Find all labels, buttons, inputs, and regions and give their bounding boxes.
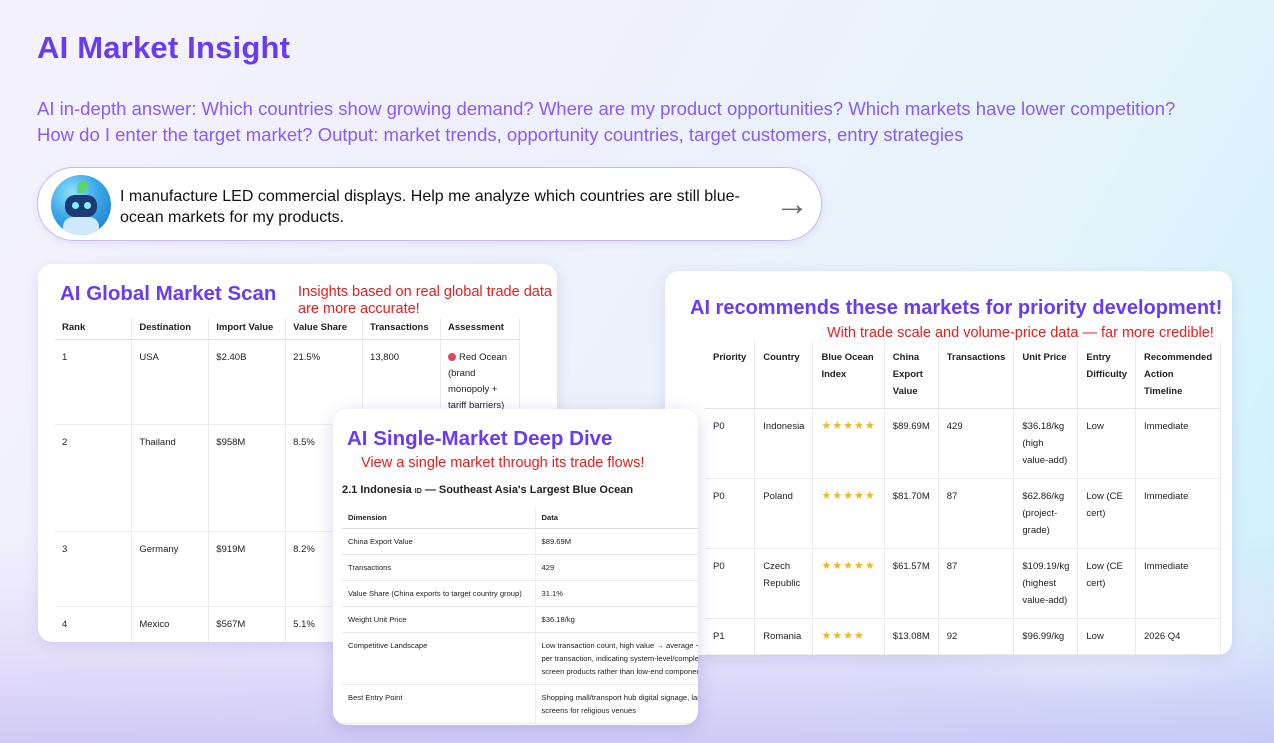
table-row: P0 Indonesia ★★★★★ $89.69M 429 $36.18/kg…	[705, 408, 1222, 479]
table-row: P0 Czech Republic ★★★★★ $61.57M 87 $109.…	[705, 548, 1222, 619]
recommend-card-note: With trade scale and volume-price data —…	[827, 325, 1214, 341]
prompt-text[interactable]: I manufacture LED commercial displays. H…	[120, 186, 760, 228]
col-data: Data	[535, 507, 698, 529]
col-country: Country	[754, 340, 814, 409]
table-row: Competitive Landscape Low transaction cou…	[342, 632, 698, 685]
col-rank: Rank	[55, 318, 133, 340]
deep-card-note: View a single market through its trade f…	[361, 455, 645, 471]
col-unit-price: Unit Price	[1013, 340, 1079, 409]
deep-card-title: AI Single-Market Deep Dive	[347, 427, 613, 450]
table-row: China Export Value $89.69M	[342, 528, 698, 555]
deep-section-heading: 2.1 Indonesia ID — Southeast Asia's Larg…	[342, 484, 634, 496]
col-value-share: Value Share	[285, 318, 364, 340]
prompt-input-box[interactable]: I manufacture LED commercial displays. H…	[37, 167, 822, 241]
page-title: AI Market Insight	[37, 30, 291, 65]
col-assessment: Assessment	[440, 318, 520, 340]
col-import-value: Import Value	[208, 318, 287, 340]
subtitle-line-2: How do I enter the target market? Output…	[37, 124, 964, 145]
scan-card-title: AI Global Market Scan	[60, 282, 277, 305]
table-row: Value Share (China exports to target cou…	[342, 580, 698, 607]
table-header-row: Priority Country Blue Ocean Index China …	[705, 340, 1222, 409]
col-blue-ocean-index: Blue Ocean Index	[812, 340, 885, 409]
col-priority: Priority	[705, 340, 756, 409]
table-row: P0 Poland ★★★★★ $81.70M 87 $62.86/kg (pr…	[705, 478, 1222, 549]
table-row: Best Entry Point Shopping mall/transport …	[342, 684, 698, 724]
col-entry-difficulty: Entry Difficulty	[1077, 340, 1137, 409]
table-header-row: Rank Destination Import Value Value Shar…	[55, 318, 520, 340]
col-transactions: Transactions	[362, 318, 441, 340]
deep-dive-table: Dimension Data China Export Value $89.69M…	[342, 507, 698, 724]
col-destination: Destination	[131, 318, 210, 340]
send-arrow-icon[interactable]: →	[775, 184, 809, 224]
col-dimension: Dimension	[342, 507, 536, 529]
red-ocean-dot-icon	[448, 353, 456, 361]
star-rating-icon: ★★★★★	[812, 408, 885, 479]
single-market-deep-dive-card: AI Single-Market Deep Dive View a single…	[333, 409, 698, 725]
col-action-timeline: Recommended Action Timeline	[1135, 340, 1222, 409]
star-rating-icon: ★★★★★	[812, 478, 885, 549]
table-row: Weight Unit Price $36.18/kg	[342, 606, 698, 633]
col-china-export-value: China Export Value	[884, 340, 939, 409]
table-header-row: Dimension Data	[342, 507, 698, 529]
scan-card-note: Insights based on real global trade data…	[298, 284, 552, 317]
table-row: P1 Romania ★★★★ $13.08M 92 $96.99/kg Low…	[705, 618, 1222, 655]
recommend-table: Priority Country Blue Ocean Index China …	[705, 340, 1222, 655]
page-subtitle: AI in-depth answer: Which countries show…	[37, 96, 1257, 148]
recommend-card-title: AI recommends these markets for priority…	[690, 297, 1223, 319]
robot-avatar-icon	[51, 175, 111, 235]
star-rating-icon: ★★★★★	[812, 548, 885, 619]
subtitle-line-1: AI in-depth answer: Which countries show…	[37, 98, 1176, 119]
star-rating-icon: ★★★★	[812, 618, 885, 655]
recommended-markets-card: AI recommends these markets for priority…	[665, 271, 1232, 655]
table-row: Transactions 429	[342, 554, 698, 581]
col-transactions: Transactions	[938, 340, 1015, 409]
